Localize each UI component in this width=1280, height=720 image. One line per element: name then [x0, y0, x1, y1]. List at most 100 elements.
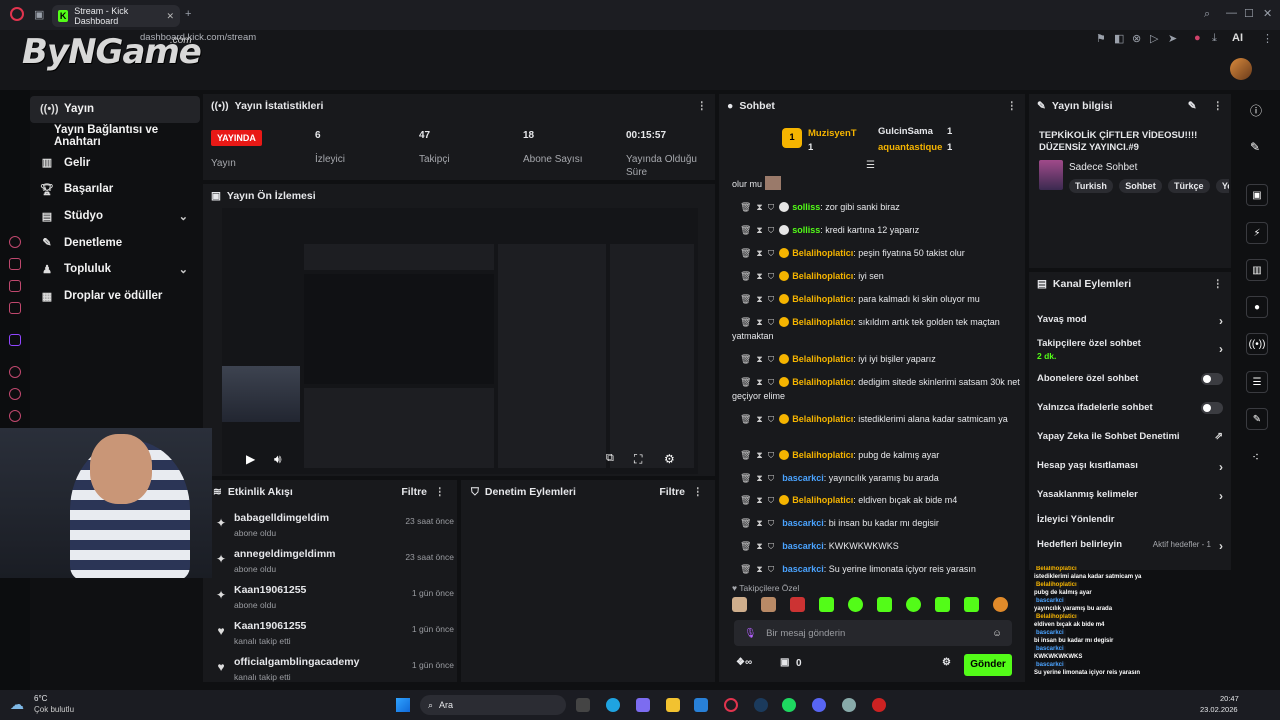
- info-icon[interactable]: ⓘ: [1250, 102, 1262, 119]
- adblock-icon[interactable]: ⊗: [1132, 32, 1141, 45]
- chat-username[interactable]: solliss: [792, 225, 820, 235]
- settings-side-icon[interactable]: [9, 410, 21, 422]
- nav-item-droplar[interactable]: ▦ Droplar ve ödüller: [30, 283, 200, 310]
- emote-icon[interactable]: [964, 597, 979, 612]
- nav-item-studyo[interactable]: ▤ Stüdyo ⌄: [30, 203, 200, 230]
- store-icon[interactable]: [694, 698, 708, 712]
- mod-actions-icons[interactable]: 🗑︎⧗⛉: [740, 225, 779, 235]
- profile-icon[interactable]: ●: [1194, 32, 1201, 44]
- send-button[interactable]: Gönder: [964, 654, 1012, 676]
- gifter-name[interactable]: aquantastique: [878, 142, 942, 153]
- emote-icon[interactable]: [848, 597, 863, 612]
- chat-username[interactable]: Belalihoplaticı: [792, 354, 853, 364]
- emote-icon[interactable]: [993, 597, 1008, 612]
- chat-username[interactable]: Belalihoplaticı: [792, 495, 853, 505]
- action-slow-mode[interactable]: Yavaş mod ›: [1037, 314, 1223, 328]
- workspace-icon[interactable]: [9, 258, 21, 270]
- emote-icon[interactable]: [732, 597, 747, 612]
- steam-icon[interactable]: [754, 698, 768, 712]
- mod-actions-icons[interactable]: 🗑︎⧗⛉: [740, 564, 779, 574]
- action-followers-only[interactable]: Takipçilere özel sohbet 2 dk. ›: [1037, 338, 1223, 361]
- send-icon[interactable]: ➤: [1168, 32, 1177, 45]
- action-goals[interactable]: Hedefleri belirleyin Aktif hedefler - 1 …: [1037, 539, 1223, 553]
- new-tab-icon[interactable]: +: [185, 8, 191, 20]
- aria-icon[interactable]: [9, 236, 21, 248]
- app-icon[interactable]: [872, 698, 886, 712]
- instagram-icon[interactable]: [9, 280, 21, 292]
- emote-only-toggle[interactable]: [1201, 402, 1223, 414]
- stream-preview-video[interactable]: ▶ 🔊︎ ⧉ ⛶ ⚙: [222, 208, 698, 474]
- mod-actions-icons[interactable]: 🗑︎⧗⛉: [740, 495, 779, 505]
- bolt-icon[interactable]: ⚡︎: [1246, 222, 1268, 244]
- play-icon[interactable]: ▶: [246, 452, 255, 466]
- volume-icon[interactable]: 🔊︎: [274, 452, 282, 467]
- chat-username[interactable]: bascarkci: [782, 541, 824, 551]
- mod-actions-icons[interactable]: 🗑︎⧗⛉: [740, 473, 779, 483]
- mod-actions-icons[interactable]: 🗑︎⧗⛉: [740, 518, 779, 528]
- taskbar-search[interactable]: ⌕ Ara: [420, 695, 566, 715]
- chat-username[interactable]: Belalihoplaticı: [792, 317, 853, 327]
- ai-label[interactable]: AI: [1232, 32, 1243, 44]
- activity-user[interactable]: Kaan19061255: [234, 620, 306, 632]
- collapse-icon[interactable]: ☰: [866, 160, 875, 171]
- more-icon[interactable]: ⋮: [1213, 278, 1224, 290]
- mod-actions-icons[interactable]: 🗑︎⧗⛉: [740, 271, 779, 281]
- tag[interactable]: Türkçe: [1168, 179, 1210, 193]
- action-emote-only[interactable]: Yalnızca ifadelerle sohbet: [1037, 402, 1223, 414]
- more-icon[interactable]: ⋮: [1007, 100, 1018, 112]
- gift-icon[interactable]: ▣: [780, 657, 789, 668]
- chat-username[interactable]: Belalihoplaticı: [792, 271, 853, 281]
- more-icon[interactable]: ⋮: [697, 100, 708, 112]
- activity-user[interactable]: Kaan19061255: [234, 584, 306, 596]
- emote-icon[interactable]: [819, 597, 834, 612]
- chat-username[interactable]: solliss: [792, 202, 820, 212]
- camera-icon[interactable]: ◧: [1114, 32, 1124, 45]
- more-icon[interactable]: ⋮: [1213, 100, 1224, 112]
- minimize-icon[interactable]: —: [1226, 7, 1237, 19]
- opera-icon[interactable]: [724, 698, 738, 712]
- gifter-name[interactable]: GulcinSama: [878, 126, 933, 137]
- chat-username[interactable]: Belalihoplaticı: [792, 450, 853, 460]
- gifter-name[interactable]: MuzisyenT: [808, 128, 857, 139]
- mod-actions-icons[interactable]: 🗑︎⧗⛉: [740, 248, 779, 258]
- nav-item-stream-key[interactable]: Yayın Bağlantısı ve Anahtarı: [30, 123, 200, 150]
- history-icon[interactable]: [9, 366, 21, 378]
- messenger-icon[interactable]: [9, 302, 21, 314]
- activity-user[interactable]: babagelldimgeldim: [234, 512, 329, 524]
- bookmark-icon[interactable]: ⚑: [1096, 32, 1106, 45]
- emote-icon[interactable]: [906, 597, 921, 612]
- mod-actions-icons[interactable]: 🗑︎⧗⛉: [740, 450, 779, 460]
- task-view-icon[interactable]: [576, 698, 590, 712]
- chat-username[interactable]: bascarkci: [782, 564, 824, 574]
- more-menu-icon[interactable]: ⋮: [1262, 32, 1273, 45]
- action-ai-moderation[interactable]: Yapay Zeka ile Sohbet Denetimi ⇗: [1037, 431, 1223, 442]
- filter-button[interactable]: Filtre: [659, 486, 685, 498]
- nav-item-gelir[interactable]: ▥ Gelir: [30, 149, 200, 176]
- settings-app-icon[interactable]: [842, 698, 856, 712]
- preview-toggle-icon[interactable]: ▣: [1246, 184, 1268, 206]
- player-icon[interactable]: ▷: [1150, 32, 1158, 45]
- chat-username[interactable]: Belalihoplaticı: [792, 294, 853, 304]
- chat-username[interactable]: Belalihoplaticı: [792, 248, 853, 258]
- list-icon[interactable]: ☰: [1246, 371, 1268, 393]
- chat-icon[interactable]: ●: [1246, 296, 1268, 318]
- opera-logo-icon[interactable]: [10, 7, 24, 21]
- more-icon[interactable]: ⋮: [693, 486, 704, 498]
- layout-icon[interactable]: ⁖: [1252, 450, 1259, 464]
- browser-tab-kick[interactable]: K Stream - Kick Dashboard ✕: [52, 5, 180, 27]
- twitch-icon[interactable]: [9, 334, 21, 346]
- download-side-icon[interactable]: [9, 388, 21, 400]
- broadcast-rail-icon[interactable]: ((•)): [1246, 333, 1268, 355]
- tab-close-icon[interactable]: ✕: [166, 11, 174, 22]
- emote-icon[interactable]: [761, 597, 776, 612]
- mod-actions-icons[interactable]: 🗑︎⧗⛉: [740, 202, 779, 212]
- action-banned-words[interactable]: Yasaklanmış kelimeler ›: [1037, 489, 1223, 503]
- emote-icon[interactable]: [790, 597, 805, 612]
- copilot-icon[interactable]: [636, 698, 650, 712]
- chat-settings-icon[interactable]: ⚙: [942, 657, 951, 668]
- more-icon[interactable]: ⋮: [435, 486, 446, 498]
- filter-button[interactable]: Filtre: [401, 486, 427, 498]
- chat-username[interactable]: bascarkci: [782, 473, 824, 483]
- user-avatar[interactable]: [1230, 58, 1252, 80]
- nav-item-denetleme[interactable]: ✎ Denetleme: [30, 229, 200, 256]
